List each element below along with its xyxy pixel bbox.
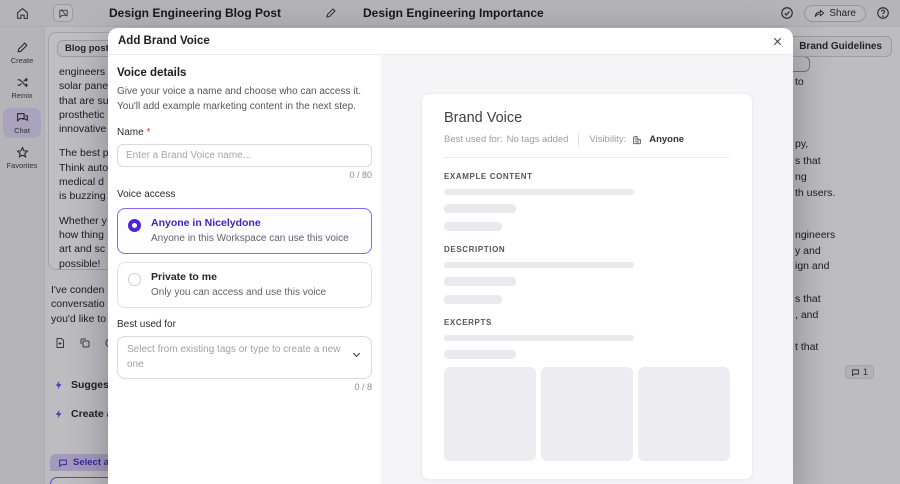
- preview-visibility-value: Anyone: [649, 134, 685, 145]
- excerpts-section: EXCERPTS: [444, 318, 730, 461]
- section-label: EXAMPLE CONTENT: [444, 172, 533, 181]
- preview-visibility-label: Visibility:: [589, 134, 627, 145]
- radio-selected-icon[interactable]: [128, 219, 141, 233]
- access-option-anyone[interactable]: Anyone in Nicelydone Anyone in this Work…: [117, 208, 372, 255]
- tags-select[interactable]: Select from existing tags or type to cre…: [117, 336, 372, 380]
- name-char-counter: 0 / 80: [349, 170, 372, 181]
- skeleton-block-row: [444, 367, 730, 461]
- app-screen: Design Engineering Blog Post Design Engi…: [0, 0, 900, 484]
- option-title: Private to me: [151, 271, 217, 284]
- option-description: Only you can access and use this voice: [151, 287, 327, 299]
- brand-voice-preview-panel: Brand Voice Best used for: No tags added…: [381, 55, 793, 484]
- brand-voice-name-input[interactable]: [117, 144, 372, 168]
- skeleton-bar: [444, 204, 516, 213]
- building-icon: [632, 135, 642, 145]
- option-description: Anyone in this Workspace can use this vo…: [151, 233, 349, 245]
- skeleton-block: [541, 367, 633, 461]
- close-icon[interactable]: [772, 36, 783, 47]
- preview-divider: [444, 157, 730, 158]
- section-label: EXCERPTS: [444, 318, 492, 327]
- skeleton-bar: [444, 262, 634, 268]
- modal-header: Add Brand Voice: [108, 28, 793, 55]
- option-title: Anyone in Nicelydone: [151, 217, 261, 230]
- required-asterisk: *: [146, 127, 151, 139]
- voice-details-form: Voice details Give your voice a name and…: [108, 55, 381, 484]
- voice-access-label: Voice access: [117, 189, 176, 201]
- preview-best-used-value: No tags added: [506, 134, 569, 145]
- radio-unselected-icon[interactable]: [128, 273, 141, 287]
- best-used-for-label: Best used for: [117, 319, 176, 331]
- access-option-private[interactable]: Private to me Only you can access and us…: [117, 262, 372, 309]
- skeleton-block: [444, 367, 536, 461]
- brand-voice-preview-card: Brand Voice Best used for: No tags added…: [421, 93, 753, 480]
- add-brand-voice-modal: Add Brand Voice Voice details Give your …: [108, 28, 793, 484]
- example-content-section: EXAMPLE CONTENT: [444, 172, 730, 231]
- skeleton-bar: [444, 189, 634, 195]
- description-section: DESCRIPTION: [444, 245, 730, 304]
- section-label: DESCRIPTION: [444, 245, 506, 254]
- modal-title: Add Brand Voice: [118, 35, 210, 47]
- preview-best-used-label: Best used for:: [444, 134, 503, 145]
- skeleton-bar: [444, 350, 516, 359]
- skeleton-bar: [444, 335, 634, 341]
- name-field-label: Name *: [117, 127, 151, 139]
- preview-meta-row: Best used for: No tags added Visibility:…: [444, 133, 730, 146]
- form-section-title: Voice details: [117, 67, 187, 79]
- skeleton-bar: [444, 277, 516, 286]
- preview-title: Brand Voice: [444, 110, 523, 126]
- skeleton-bar: [444, 295, 502, 304]
- skeleton-block: [638, 367, 730, 461]
- skeleton-bar: [444, 222, 502, 231]
- tags-select-placeholder: Select from existing tags or type to cre…: [127, 344, 341, 370]
- tags-counter: 0 / 8: [354, 382, 372, 393]
- form-section-description: Give your voice a name and choose who ca…: [117, 86, 362, 112]
- meta-divider: [578, 133, 580, 146]
- modal-body: Voice details Give your voice a name and…: [108, 55, 793, 484]
- chevron-down-icon: [351, 349, 362, 360]
